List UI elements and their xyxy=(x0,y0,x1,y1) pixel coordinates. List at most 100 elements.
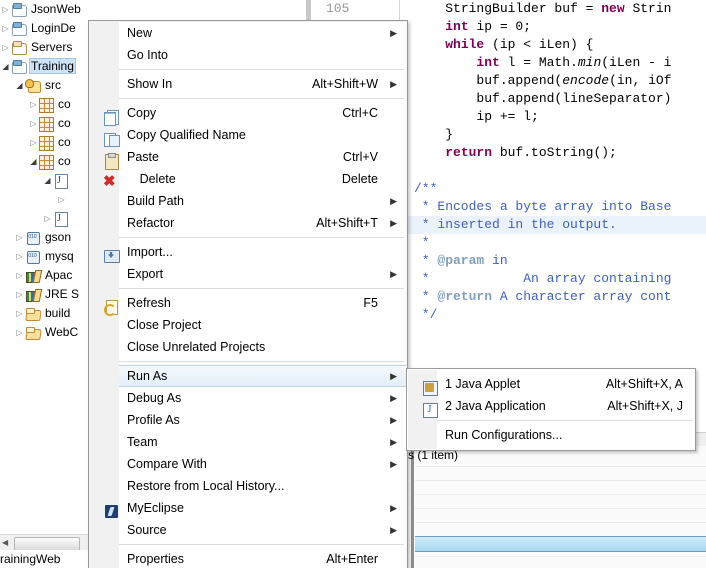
scroll-left-arrow-icon[interactable]: ◀ xyxy=(2,538,8,548)
code-line[interactable]: buf.append(lineSeparator) xyxy=(406,90,706,108)
tree-item-apac[interactable]: ▷ Apac xyxy=(0,266,88,285)
menu-item-run-as[interactable]: Run As ▶ xyxy=(119,365,406,387)
code-line[interactable]: while (ip < iLen) { xyxy=(406,36,706,54)
code-line[interactable]: int l = Math.min(iLen - i xyxy=(406,54,706,72)
tree-item-jsonweb[interactable]: ▷ JsonWeb xyxy=(0,0,88,19)
menu-item-properties[interactable]: Properties Alt+Enter xyxy=(119,548,406,568)
menu-item-show-in[interactable]: Show In Alt+Shift+W ▶ xyxy=(119,73,406,95)
code-line[interactable]: * inserted in the output. xyxy=(406,216,706,234)
scrollbar-thumb[interactable] xyxy=(14,537,80,551)
submenu-items[interactable]: 1 Java Applet Alt+Shift+X, A 2 Java Applic… xyxy=(437,369,695,450)
tree-item-node-11[interactable]: ▷ xyxy=(0,209,88,228)
twisty-collapsed-icon[interactable]: ▷ xyxy=(56,190,67,209)
code-line[interactable]: * Encodes a byte array into Base xyxy=(406,198,706,216)
twisty-collapsed-icon[interactable]: ▷ xyxy=(0,19,11,38)
twisty-collapsed-icon[interactable]: ▷ xyxy=(14,323,25,342)
code-line[interactable]: * @return A character array cont xyxy=(406,288,706,306)
twisty-collapsed-icon[interactable]: ▷ xyxy=(14,228,25,247)
menu-item-import[interactable]: Import... xyxy=(119,241,406,263)
explorer-bottom-tab-label[interactable]: rainingWeb xyxy=(0,550,88,568)
java-file-icon xyxy=(53,211,69,228)
twisty-expanded-icon[interactable]: ◢ xyxy=(42,171,53,190)
menu-item-label: Build Path xyxy=(127,194,184,208)
submenu-item-1-java-applet[interactable]: 1 Java Applet Alt+Shift+X, A xyxy=(437,373,695,395)
menu-item-close-project[interactable]: Close Project xyxy=(119,314,406,336)
twisty-expanded-icon[interactable]: ◢ xyxy=(0,57,11,76)
twisty-collapsed-icon[interactable]: ▷ xyxy=(28,133,39,152)
menu-item-paste[interactable]: Paste Ctrl+V xyxy=(119,146,406,168)
tree-item-src[interactable]: ◢ src xyxy=(0,76,88,95)
menu-item-build-path[interactable]: Build Path ▶ xyxy=(119,190,406,212)
tree-item-training[interactable]: ◢ Training xyxy=(0,57,88,76)
menu-item-source[interactable]: Source ▶ xyxy=(119,519,406,541)
submenu-arrow-icon: ▶ xyxy=(390,437,397,447)
menu-item-refactor[interactable]: Refactor Alt+Shift+T ▶ xyxy=(119,212,406,234)
tree-item-node-10[interactable]: ▷ xyxy=(0,190,88,209)
menu-item-export[interactable]: Export ▶ xyxy=(119,263,406,285)
menu-item-myeclipse[interactable]: MyEclipse ▶ xyxy=(119,497,406,519)
twisty-collapsed-icon[interactable]: ▷ xyxy=(14,247,25,266)
properties-view[interactable]: s (1 item) xyxy=(406,446,706,568)
tree-item-gson[interactable]: ▷ gson xyxy=(0,228,88,247)
menu-item-go-into[interactable]: Go Into xyxy=(119,44,406,66)
twisty-expanded-icon[interactable]: ◢ xyxy=(28,152,39,171)
menu-item-label: Go Into xyxy=(127,48,168,62)
menu-item-refresh[interactable]: Refresh F5 xyxy=(119,292,406,314)
code-line[interactable]: * An array containing xyxy=(406,270,706,288)
package-icon xyxy=(39,154,54,170)
project-context-menu[interactable]: New ▶ Go Into Show In Alt+Shift+W ▶ Copy Ctrl+C… xyxy=(88,20,408,568)
menu-item-copy[interactable]: Copy Ctrl+C xyxy=(119,102,406,124)
menu-item-profile-as[interactable]: Profile As ▶ xyxy=(119,409,406,431)
folder-icon xyxy=(11,40,27,56)
twisty-collapsed-icon[interactable]: ▷ xyxy=(14,266,25,285)
submenu-item-run-configurations[interactable]: Run Configurations... xyxy=(437,424,695,446)
code-line[interactable]: ip += l; xyxy=(406,108,706,126)
menu-item-restore-from-local-history[interactable]: Restore from Local History... xyxy=(119,475,406,497)
twisty-collapsed-icon[interactable]: ▷ xyxy=(28,114,39,133)
tree-item-co[interactable]: ▷ co xyxy=(0,95,88,114)
submenu-item-2-java-application[interactable]: 2 Java Application Alt+Shift+X, J xyxy=(437,395,695,417)
menu-item-shortcut: F5 xyxy=(363,296,378,310)
code-line[interactable]: StringBuilder buf = new Strin xyxy=(406,0,706,18)
tree-item-node-9[interactable]: ◢ xyxy=(0,171,88,190)
explorer-horizontal-scrollbar[interactable]: ◀ xyxy=(0,534,88,551)
tree-item-build[interactable]: ▷ build xyxy=(0,304,88,323)
code-line[interactable]: return buf.toString(); xyxy=(406,144,706,162)
twisty-collapsed-icon[interactable]: ▷ xyxy=(14,304,25,323)
tree-item-mysq[interactable]: ▷ mysq xyxy=(0,247,88,266)
twisty-collapsed-icon[interactable]: ▷ xyxy=(14,285,25,304)
menu-item-team[interactable]: Team ▶ xyxy=(119,431,406,453)
twisty-collapsed-icon[interactable]: ▷ xyxy=(0,0,11,19)
code-line[interactable]: /** xyxy=(406,180,706,198)
code-line[interactable]: */ xyxy=(406,306,706,324)
menu-item-delete[interactable]: ✖ Delete Delete xyxy=(103,168,406,190)
submenu-arrow-icon: ▶ xyxy=(390,415,397,425)
tree-item-loginde[interactable]: ▷ LoginDe xyxy=(0,19,88,38)
tree-item-webc[interactable]: ▷ WebC xyxy=(0,323,88,342)
menu-item-new[interactable]: New ▶ xyxy=(119,22,406,44)
package-explorer-tree[interactable]: ▷ JsonWeb ▷ LoginDe ▷ Servers ◢ Training ◢ src ▷ co… xyxy=(0,0,88,534)
selected-row[interactable] xyxy=(415,536,706,552)
twisty-collapsed-icon[interactable]: ▷ xyxy=(42,209,53,228)
context-menu-items[interactable]: New ▶ Go Into Show In Alt+Shift+W ▶ Copy Ctrl+C… xyxy=(103,22,406,568)
menu-item-debug-as[interactable]: Debug As ▶ xyxy=(119,387,406,409)
code-line[interactable] xyxy=(406,162,706,180)
menu-item-compare-with[interactable]: Compare With ▶ xyxy=(119,453,406,475)
code-line[interactable]: * @param in xyxy=(406,252,706,270)
tree-item-co[interactable]: ▷ co xyxy=(0,114,88,133)
tree-item-co[interactable]: ◢ co xyxy=(0,152,88,171)
run-as-submenu[interactable]: 1 Java Applet Alt+Shift+X, A 2 Java Applic… xyxy=(406,368,696,451)
menu-item-close-unrelated-projects[interactable]: Close Unrelated Projects xyxy=(119,336,406,358)
twisty-expanded-icon[interactable]: ◢ xyxy=(14,76,25,95)
code-line[interactable]: * xyxy=(406,234,706,252)
eclipse-ide-window: ▷ JsonWeb ▷ LoginDe ▷ Servers ◢ Training ◢ src ▷ co… xyxy=(0,0,706,568)
code-line[interactable]: } xyxy=(406,126,706,144)
menu-item-copy-qualified-name[interactable]: Copy Qualified Name xyxy=(119,124,406,146)
tree-item-jre s[interactable]: ▷ JRE S xyxy=(0,285,88,304)
code-line[interactable]: buf.append(encode(in, iOf xyxy=(406,72,706,90)
tree-item-co[interactable]: ▷ co xyxy=(0,133,88,152)
tree-item-servers[interactable]: ▷ Servers xyxy=(0,38,88,57)
code-line[interactable]: int ip = 0; xyxy=(406,18,706,36)
twisty-collapsed-icon[interactable]: ▷ xyxy=(0,38,11,57)
twisty-collapsed-icon[interactable]: ▷ xyxy=(28,95,39,114)
